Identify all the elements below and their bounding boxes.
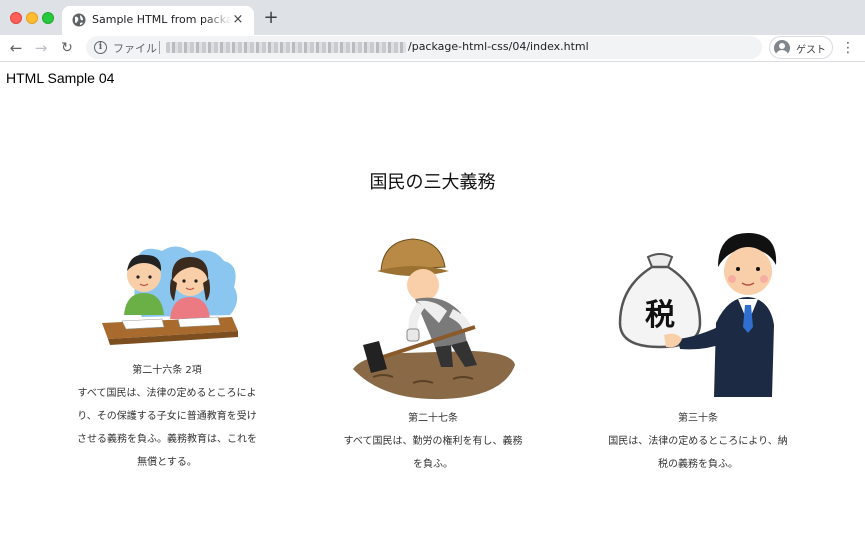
page-heading: HTML Sample 04 <box>6 70 115 86</box>
children-studying-illustration <box>102 246 238 345</box>
article-title: 第二十七条 <box>408 413 458 424</box>
article-card-education: 第二十六条 2項 すべて国民は、法律の定めるところによ り、その保護する子女に普… <box>72 239 262 474</box>
globe-icon <box>72 13 86 27</box>
article-line: を負ふ。 <box>413 459 453 470</box>
tab-close-icon[interactable]: × <box>230 12 246 28</box>
maximize-window-button[interactable] <box>42 12 54 24</box>
info-icon[interactable]: i <box>94 41 107 54</box>
redacted-url-segment <box>166 42 406 53</box>
forward-arrow-icon[interactable]: → <box>31 38 51 58</box>
tab-title: Sample HTML from package-html-css <box>92 13 232 26</box>
back-arrow-icon[interactable]: ← <box>6 38 26 58</box>
url-path[interactable]: /package-html-css/04/index.html <box>408 40 589 53</box>
profile-label: ゲスト <box>796 45 826 56</box>
reload-icon[interactable]: ↻ <box>57 38 77 58</box>
more-menu-icon[interactable]: ⋮ <box>840 38 856 58</box>
article-line: 無償とする。 <box>137 457 197 468</box>
page-content: HTML Sample 04 国民の三大義務 第二十六条 2項 すべて国民は、法… <box>0 63 865 542</box>
scheme-label: ファイル <box>113 42 157 55</box>
article-line: り、その保護する子女に普通教育を受け <box>77 411 257 422</box>
article-line: すべて国民は、法律の定めるところによ <box>77 388 257 399</box>
article-body: 国民は、法律の定めるところにより、納 税の義務を負ふ。 <box>600 430 796 476</box>
businessman-tax-bag-illustration: 税 <box>618 233 777 397</box>
guest-profile-button[interactable]: ゲスト <box>769 36 833 59</box>
article-line: させる義務を負ふ。義務教育は、これを <box>77 434 257 445</box>
article-line: 税の義務を負ふ。 <box>658 459 738 470</box>
url-divider <box>159 41 160 54</box>
close-window-button[interactable] <box>10 12 22 24</box>
section-title: 国民の三大義務 <box>369 172 496 193</box>
article-card-tax: 税 第三十条 国民は、法律の定めるところにより、納 税の義務を負ふ。 <box>600 227 796 476</box>
avatar-icon <box>774 40 790 56</box>
article-line: 国民は、法律の定めるところにより、納 <box>608 436 788 447</box>
article-body: すべて国民は、勤労の権利を有し、義務 を負ふ。 <box>338 430 528 476</box>
browser-toolbar: ← → ↻ i ファイル /package-html-css/04/index.… <box>0 35 865 62</box>
new-tab-button[interactable]: + <box>261 8 281 28</box>
browser-titlebar: Sample HTML from package-html-css × + <box>0 0 865 35</box>
farmer-digging-illustration <box>353 238 515 400</box>
article-body: すべて国民は、法律の定めるところによ り、その保護する子女に普通教育を受け させ… <box>72 382 262 474</box>
article-title: 第二十六条 2項 <box>132 365 202 376</box>
browser-tab[interactable]: Sample HTML from package-html-css × <box>62 6 254 35</box>
article-title: 第三十条 <box>678 413 718 424</box>
tax-bag-label: 税 <box>645 298 675 333</box>
article-card-labor: 第二十七条 すべて国民は、勤労の権利を有し、義務 を負ふ。 <box>338 227 528 476</box>
address-bar[interactable]: i ファイル /package-html-css/04/index.html <box>86 36 762 59</box>
minimize-window-button[interactable] <box>26 12 38 24</box>
article-line: すべて国民は、勤労の権利を有し、義務 <box>343 436 523 447</box>
